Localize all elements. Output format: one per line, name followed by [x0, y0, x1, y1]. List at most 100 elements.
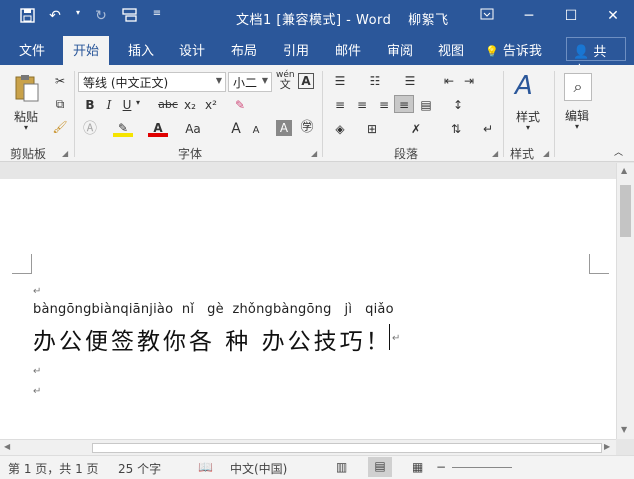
clear-formatting-icon[interactable]: ✎: [230, 96, 250, 114]
divider: [74, 71, 75, 157]
font-launcher-icon[interactable]: ◢: [311, 149, 317, 158]
borders-icon[interactable]: ⊞: [362, 120, 382, 138]
grow-font-button[interactable]: A: [226, 120, 246, 138]
sort-icon[interactable]: ⇅: [446, 120, 466, 138]
minimize-button[interactable]: ─: [508, 0, 550, 34]
document-gutter: [0, 163, 616, 179]
pinyin-line: bàngōngbiànqiānjiào nǐ gè zhǒngbàngōng j…: [33, 302, 394, 317]
tab-references[interactable]: 引用: [283, 40, 309, 59]
customize-qat-icon[interactable]: ≡: [148, 8, 166, 27]
tab-file[interactable]: 文件: [19, 40, 45, 59]
read-mode-icon[interactable]: ▥: [336, 460, 347, 474]
paragraph-mark: ↵: [392, 333, 401, 344]
bullets-icon[interactable]: ☰: [330, 72, 350, 90]
tab-insert[interactable]: 插入: [128, 40, 154, 59]
save-icon[interactable]: [18, 8, 36, 27]
shading-icon[interactable]: ◈: [330, 120, 350, 138]
share-button[interactable]: 👤 共享: [566, 37, 626, 79]
character-border-icon[interactable]: A: [298, 73, 314, 89]
ribbon-tabs: 文件 开始 插入 设计 布局 引用 邮件 审阅 视图 💡 告诉我 👤 共享: [0, 34, 634, 79]
web-layout-icon[interactable]: ▦: [412, 460, 423, 474]
line-spacing-icon[interactable]: ↕: [448, 96, 468, 114]
tab-layout[interactable]: 布局: [231, 40, 257, 59]
language-status[interactable]: 中文(中国): [230, 460, 287, 477]
ribbon-display-icon[interactable]: [466, 0, 508, 34]
vertical-scroll-thumb[interactable]: [620, 185, 631, 237]
enclose-characters-icon[interactable]: ㊫: [297, 119, 317, 137]
styles-launcher-icon[interactable]: ◢: [543, 149, 549, 158]
text-effects-icon[interactable]: Ⓐ: [80, 120, 100, 138]
format-painter-icon[interactable]: 🖌: [50, 118, 70, 136]
copy-icon[interactable]: ⧉: [50, 95, 70, 113]
tab-view[interactable]: 视图: [438, 40, 464, 59]
paste-dropdown-icon[interactable]: ▾: [24, 123, 28, 132]
show-marks-icon[interactable]: ↵: [478, 120, 498, 138]
increase-indent-icon[interactable]: ⇥: [459, 72, 479, 90]
phonetic-guide-button[interactable]: wén 文: [276, 71, 295, 91]
cut-icon[interactable]: ✂: [50, 72, 70, 90]
proofing-icon[interactable]: 📖: [198, 460, 213, 474]
strikethrough-button[interactable]: abc: [156, 96, 180, 114]
editing-dropdown-icon[interactable]: ▾: [575, 122, 579, 131]
search-icon[interactable]: ⌕: [564, 73, 592, 101]
text-cursor: [389, 324, 390, 350]
tell-me-box[interactable]: 💡 告诉我: [485, 40, 542, 59]
dropdown-arrow-icon[interactable]: ▾: [74, 8, 82, 27]
asian-layout-icon[interactable]: ✗: [406, 120, 426, 138]
font-color-icon[interactable]: A: [148, 119, 168, 137]
paragraph-launcher-icon[interactable]: ◢: [492, 149, 498, 158]
horizontal-scrollbar[interactable]: ◀ ▶: [0, 439, 616, 455]
character-shading-icon[interactable]: A: [276, 120, 292, 136]
word-count[interactable]: 25 个字: [118, 460, 161, 477]
tab-review[interactable]: 审阅: [387, 40, 413, 59]
align-left-icon[interactable]: ≡: [330, 96, 350, 114]
clipboard-launcher-icon[interactable]: ◢: [62, 149, 68, 158]
chevron-down-icon: ▼: [215, 76, 222, 85]
undo-icon[interactable]: ↶: [46, 8, 64, 27]
align-right-icon[interactable]: ≡: [374, 96, 394, 114]
zoom-out-icon[interactable]: −: [436, 460, 446, 474]
title-bar: ↶ ▾ ↻ ≡ 文档1 [兼容模式] - Word 柳絮飞 ─ ☐ ✕: [0, 0, 634, 34]
decrease-indent-icon[interactable]: ⇤: [439, 72, 459, 90]
underline-dropdown-icon[interactable]: ▾: [136, 98, 140, 107]
font-size-value: 小二: [233, 76, 258, 90]
scroll-up-icon[interactable]: ▲: [621, 166, 627, 175]
styles-dropdown-icon[interactable]: ▾: [526, 123, 530, 132]
scroll-right-icon[interactable]: ▶: [604, 442, 610, 451]
align-center-icon[interactable]: ≡: [352, 96, 372, 114]
scroll-down-icon[interactable]: ▼: [621, 425, 627, 434]
paragraph-group-label: 段落: [394, 147, 419, 161]
shrink-font-button[interactable]: A: [246, 122, 266, 140]
font-size-combo[interactable]: 小二 ▼: [228, 72, 272, 92]
document-text[interactable]: 办公便签教你各 种 办公技巧！: [33, 322, 392, 356]
collapse-ribbon-icon[interactable]: ︿: [614, 145, 623, 158]
tab-home[interactable]: 开始: [63, 36, 110, 65]
superscript-button[interactable]: x²: [201, 96, 221, 114]
multilevel-list-icon[interactable]: ☰: [400, 72, 420, 90]
underline-button[interactable]: U: [117, 96, 137, 114]
paste-button[interactable]: [14, 73, 40, 106]
numbering-icon[interactable]: ☷: [365, 72, 385, 90]
page-count[interactable]: 第 1 页，共 1 页: [8, 460, 99, 477]
italic-button[interactable]: I: [99, 96, 119, 114]
zoom-slider[interactable]: [452, 467, 512, 468]
font-name-combo[interactable]: 等线 (中文正文) ▼: [78, 72, 226, 92]
print-layout-icon[interactable]: ▤: [368, 457, 392, 477]
justify-icon[interactable]: ≡: [394, 95, 414, 113]
redo-icon[interactable]: ↻: [92, 8, 110, 27]
divider: [554, 71, 555, 157]
highlight-icon[interactable]: ✎: [113, 119, 133, 137]
tab-mailings[interactable]: 邮件: [335, 40, 361, 59]
touch-mode-icon[interactable]: [120, 8, 138, 27]
subscript-button[interactable]: x₂: [180, 96, 200, 114]
maximize-button[interactable]: ☐: [550, 0, 592, 34]
close-button[interactable]: ✕: [592, 0, 634, 34]
vertical-scrollbar[interactable]: ▲ ▼: [616, 163, 634, 439]
distributed-icon[interactable]: ▤: [416, 96, 436, 114]
styles-icon[interactable]: A: [515, 71, 533, 101]
tab-design[interactable]: 设计: [179, 40, 205, 59]
scroll-left-icon[interactable]: ◀: [4, 442, 10, 451]
change-case-button[interactable]: Aa: [181, 120, 205, 138]
horizontal-scroll-thumb[interactable]: [92, 443, 602, 453]
bold-button[interactable]: B: [80, 96, 100, 114]
